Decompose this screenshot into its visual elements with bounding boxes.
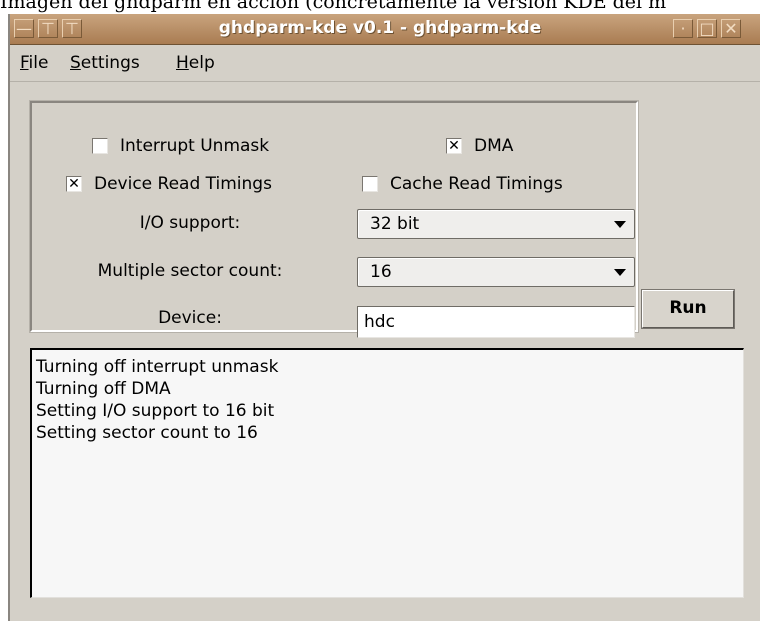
window-title: ghdparm-kde v0.1 - ghdparm-kde [218, 18, 542, 38]
menu-settings-mnemonic: S [70, 53, 81, 73]
interrupt-unmask-box[interactable] [92, 138, 108, 154]
cache-read-timings-box[interactable] [362, 176, 378, 192]
output-log[interactable]: Turning off interrupt unmask Turning off… [30, 348, 744, 598]
sector-count-select[interactable]: 16 [357, 257, 635, 287]
sector-count-label: Multiple sector count: [97, 261, 283, 281]
chevron-down-icon[interactable] [614, 221, 626, 228]
device-label: Device: [158, 308, 222, 328]
output-line: Turning off interrupt unmask [36, 357, 279, 377]
menu-file-mnemonic: F [20, 53, 29, 73]
chevron-down-icon[interactable] [614, 269, 626, 276]
io-support-value: 32 bit [370, 214, 420, 234]
output-line: Turning off DMA [36, 379, 171, 399]
dma-checkbox[interactable]: ✕ DMA [446, 136, 513, 156]
menu-settings[interactable]: Settings [70, 53, 140, 73]
minimize-icon[interactable]: · [673, 19, 693, 38]
device-read-timings-label: Device Read Timings [94, 174, 272, 194]
menu-settings-label: ettings [80, 53, 140, 73]
cache-read-timings-checkbox[interactable]: Cache Read Timings [362, 174, 563, 194]
maximize-icon[interactable]: □ [697, 19, 717, 38]
run-button[interactable]: Run [641, 289, 735, 329]
window-menu-icon[interactable]: — [14, 19, 34, 38]
device-input[interactable]: hdc [357, 306, 635, 338]
menu-file[interactable]: File [20, 53, 48, 73]
device-read-timings-checkbox[interactable]: ✕ Device Read Timings [66, 174, 272, 194]
menu-help-mnemonic: H [176, 53, 189, 73]
dma-label: DMA [474, 136, 514, 156]
menu-help-label: elp [188, 53, 215, 73]
sector-count-value: 16 [370, 262, 392, 282]
io-support-label: I/O support: [139, 213, 241, 233]
sticky-icon[interactable]: ⊤ [38, 19, 58, 38]
interrupt-unmask-label: Interrupt Unmask [120, 136, 270, 156]
device-read-timings-box[interactable]: ✕ [66, 176, 82, 192]
interrupt-unmask-checkbox[interactable]: Interrupt Unmask [92, 136, 269, 156]
close-icon[interactable]: ✕ [721, 19, 741, 38]
dma-box[interactable]: ✕ [446, 138, 462, 154]
menu-bar: File Settings Help [10, 45, 760, 82]
stay-on-top-icon[interactable]: ⊤ [62, 19, 82, 38]
page-caption: Imagen del ghdparm en acción (concretame… [0, 0, 667, 13]
menu-help[interactable]: Help [176, 53, 215, 73]
cache-read-timings-label: Cache Read Timings [390, 174, 563, 194]
menu-file-label: ile [28, 53, 49, 73]
output-line: Setting I/O support to 16 bit [36, 401, 275, 421]
output-line: Setting sector count to 16 [36, 423, 258, 443]
io-support-select[interactable]: 32 bit [357, 209, 635, 239]
title-bar[interactable]: — ⊤ ⊤ ghdparm-kde v0.1 - ghdparm-kde · □… [10, 14, 760, 45]
